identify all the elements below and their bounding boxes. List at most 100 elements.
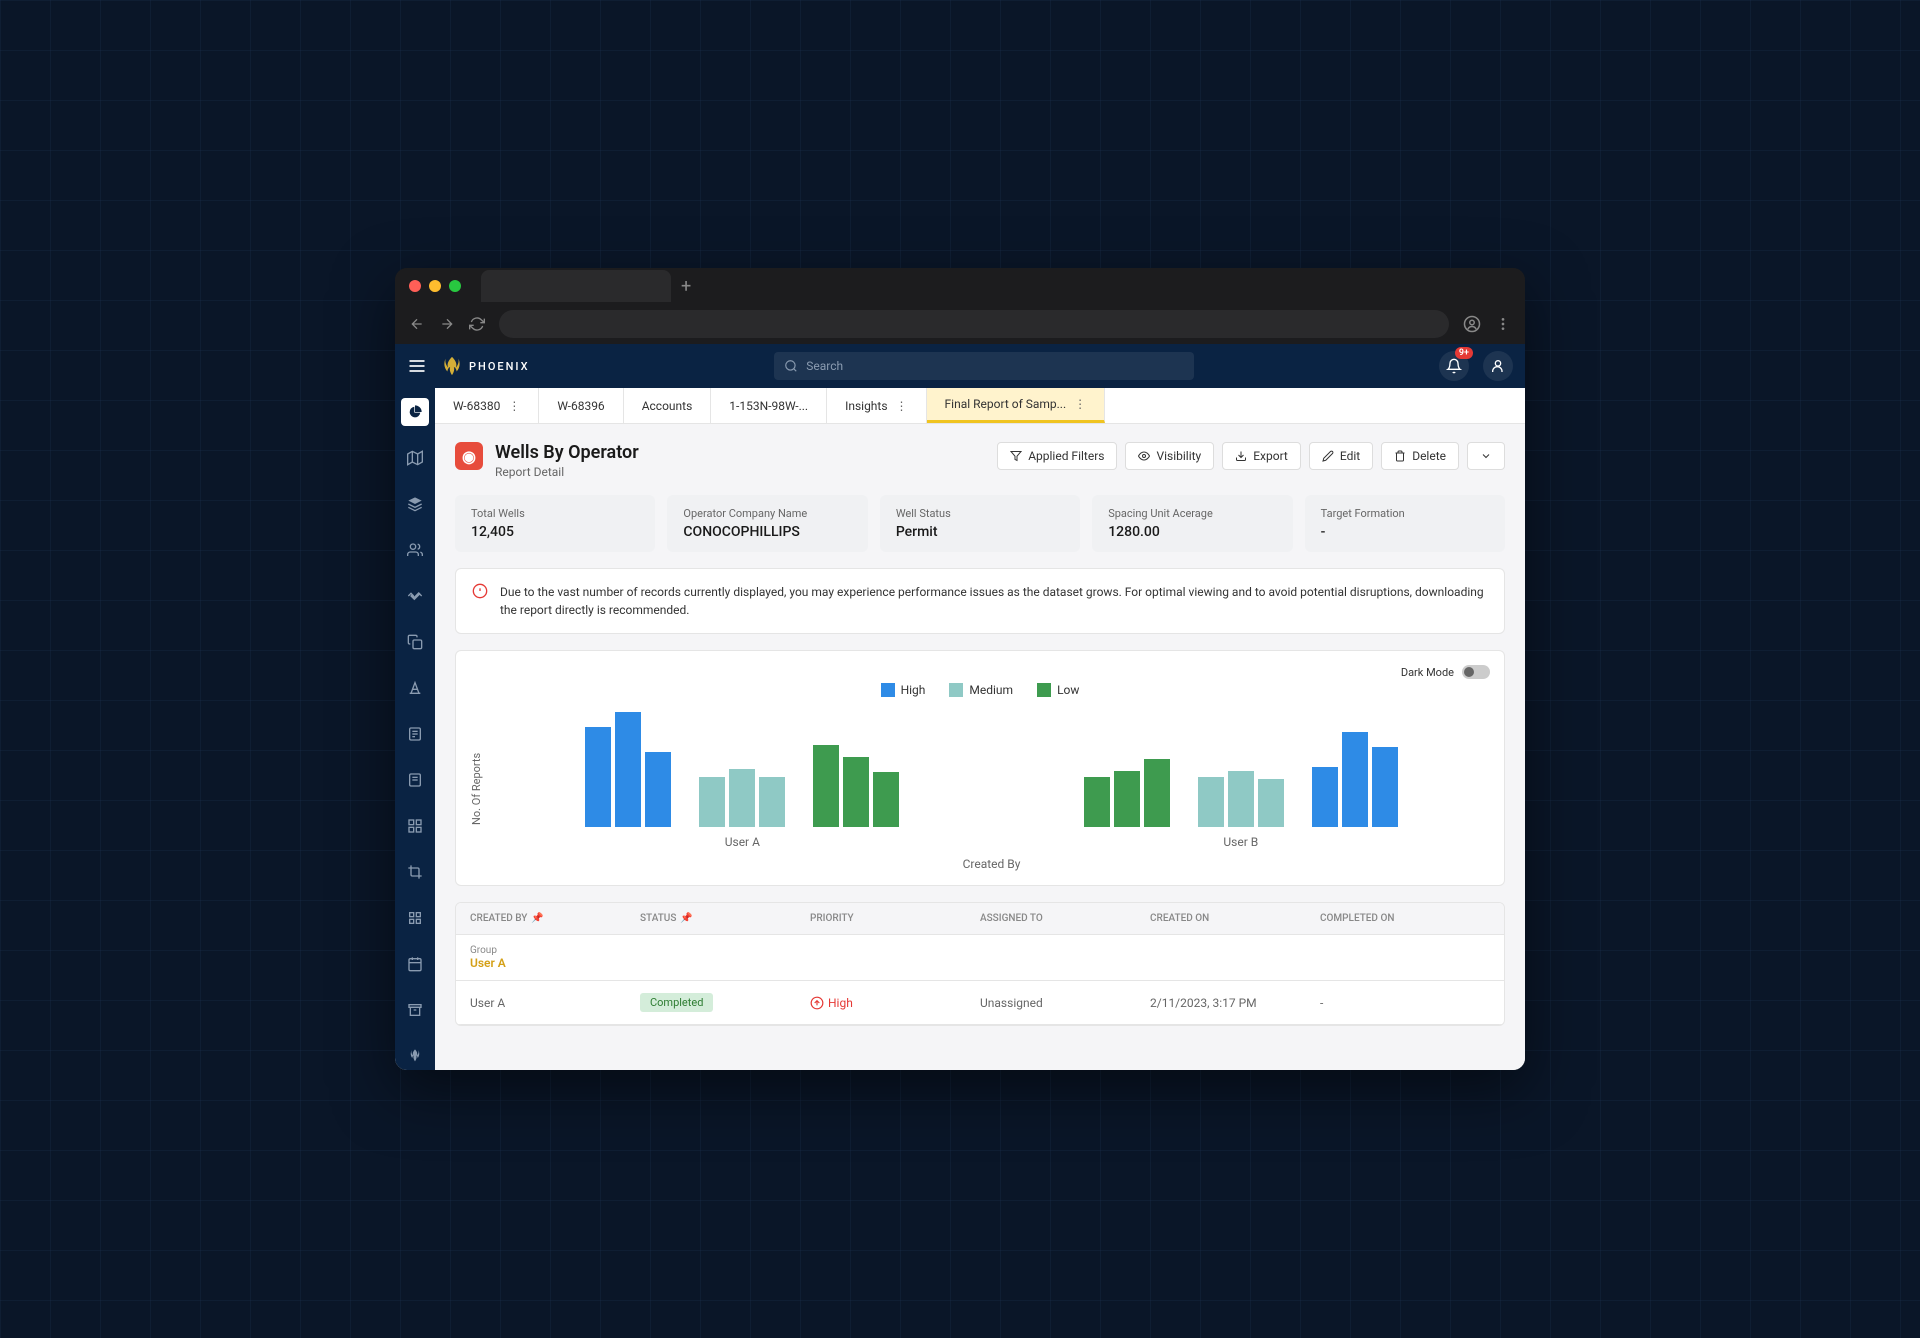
notification-badge: 9+: [1455, 347, 1473, 359]
bar-cluster: [1312, 732, 1398, 827]
close-window-icon[interactable]: [409, 280, 421, 292]
new-tab-button[interactable]: +: [681, 276, 691, 297]
group-label: Group: [470, 945, 1490, 956]
browser-tab[interactable]: [481, 270, 671, 302]
sidebar-item-grid1[interactable]: [401, 812, 429, 840]
chart-bar[interactable]: [1312, 767, 1338, 827]
chart-bar[interactable]: [729, 769, 755, 827]
sidebar-item-crop[interactable]: [401, 858, 429, 886]
profile-icon[interactable]: [1463, 315, 1481, 333]
chart-bar[interactable]: [615, 712, 641, 827]
dark-mode-label: Dark Mode: [1401, 666, 1454, 679]
user-icon: [1490, 358, 1506, 374]
sidebar-item-map[interactable]: [401, 444, 429, 472]
browser-window: + PHOENIX Search 9+: [395, 268, 1525, 1070]
chart-bar[interactable]: [1144, 759, 1170, 827]
user-avatar[interactable]: [1483, 351, 1513, 381]
chart-bar[interactable]: [843, 757, 869, 827]
tab-location[interactable]: 1-153N-98W-...: [711, 388, 827, 423]
data-table: CREATED BY📌 STATUS📌 PRIORITY ASSIGNED TO…: [455, 902, 1505, 1026]
page-title: Wells By Operator: [495, 442, 639, 463]
col-assigned-to[interactable]: ASSIGNED TO: [966, 903, 1136, 934]
sidebar-item-deals[interactable]: [401, 582, 429, 610]
chart-bar[interactable]: [1114, 771, 1140, 827]
sidebar-item-doc1[interactable]: [401, 720, 429, 748]
sidebar-item-dashboard[interactable]: [401, 398, 429, 426]
bar-cluster: [1084, 759, 1170, 827]
copy-icon: [407, 634, 423, 650]
chart-card: Dark Mode High Medium Low No. Of Reports: [455, 650, 1505, 886]
chevron-down-icon: [1480, 450, 1492, 462]
document-icon: [407, 726, 423, 742]
col-priority[interactable]: PRIORITY: [796, 903, 966, 934]
sidebar-item-phoenix[interactable]: [401, 1042, 429, 1070]
minimize-window-icon[interactable]: [429, 280, 441, 292]
sidebar-item-calendar[interactable]: [401, 950, 429, 978]
action-buttons: Applied Filters Visibility Export Edit D…: [997, 442, 1505, 470]
chart-bar[interactable]: [1342, 732, 1368, 827]
chart-bar[interactable]: [585, 727, 611, 827]
notifications-button[interactable]: 9+: [1439, 351, 1469, 381]
tab-accounts[interactable]: Accounts: [624, 388, 712, 423]
sidebar-item-layers[interactable]: [401, 490, 429, 518]
chart-bar[interactable]: [645, 752, 671, 827]
dark-mode-row: Dark Mode: [470, 665, 1490, 679]
chart-bar[interactable]: [813, 745, 839, 827]
chart-bar[interactable]: [1258, 779, 1284, 827]
delete-button[interactable]: Delete: [1381, 442, 1459, 470]
tab-w68380[interactable]: W-68380⋮: [435, 388, 539, 423]
tab-final-report[interactable]: Final Report of Samp...⋮: [927, 388, 1106, 423]
sidebar-item-doc2[interactable]: [401, 766, 429, 794]
menu-icon[interactable]: [407, 356, 427, 376]
col-status[interactable]: STATUS📌: [626, 903, 796, 934]
tab-menu-icon[interactable]: ⋮: [1074, 397, 1086, 411]
chart-bar[interactable]: [1084, 777, 1110, 827]
sidebar-item-grid2[interactable]: [401, 904, 429, 932]
export-button[interactable]: Export: [1222, 442, 1301, 470]
edit-button[interactable]: Edit: [1309, 442, 1373, 470]
map-icon: [407, 450, 423, 466]
browser-menu-icon[interactable]: [1495, 316, 1511, 332]
chart-bar[interactable]: [1228, 771, 1254, 827]
alert-text: Due to the vast number of records curren…: [500, 583, 1488, 619]
cell-priority: High: [796, 981, 966, 1024]
tab-menu-icon[interactable]: ⋮: [508, 399, 520, 413]
logo-text: PHOENIX: [469, 360, 530, 373]
col-completed-on[interactable]: COMPLETED ON: [1306, 903, 1504, 934]
table-row[interactable]: User A Completed High Unassigned 2/11/20…: [456, 981, 1504, 1025]
col-created-by[interactable]: CREATED BY📌: [456, 903, 626, 934]
chart-bar[interactable]: [1372, 747, 1398, 827]
chart-bar[interactable]: [873, 772, 899, 827]
logo[interactable]: PHOENIX: [441, 355, 530, 377]
chart-bar[interactable]: [759, 777, 785, 827]
tab-menu-icon[interactable]: ⋮: [896, 399, 908, 413]
sidebar-item-copy[interactable]: [401, 628, 429, 656]
maximize-window-icon[interactable]: [449, 280, 461, 292]
table-group-row[interactable]: Group User A: [456, 935, 1504, 981]
tab-insights[interactable]: Insights⋮: [827, 388, 926, 423]
col-created-on[interactable]: CREATED ON: [1136, 903, 1306, 934]
sidebar-item-wells[interactable]: [401, 674, 429, 702]
reload-icon[interactable]: [469, 316, 485, 332]
search-input[interactable]: Search: [774, 352, 1194, 380]
grid-icon: [407, 818, 423, 834]
chart-bar[interactable]: [699, 777, 725, 827]
oil-rig-icon: [407, 680, 423, 696]
back-icon[interactable]: [409, 316, 425, 332]
sidebar-item-archive[interactable]: [401, 996, 429, 1024]
tab-w68396[interactable]: W-68396: [539, 388, 623, 423]
tabs-bar: W-68380⋮ W-68396 Accounts 1-153N-98W-...…: [435, 388, 1525, 424]
bar-cluster: [813, 745, 899, 827]
stat-formation: Target Formation-: [1305, 495, 1505, 552]
app-root: PHOENIX Search 9+: [395, 344, 1525, 1070]
dark-mode-toggle[interactable]: [1462, 665, 1490, 679]
stat-total-wells: Total Wells12,405: [455, 495, 655, 552]
chart-bar[interactable]: [1198, 777, 1224, 827]
more-actions-button[interactable]: [1467, 442, 1505, 470]
forward-icon[interactable]: [439, 316, 455, 332]
sidebar-item-users[interactable]: [401, 536, 429, 564]
apps-icon: [407, 910, 423, 926]
url-input[interactable]: [499, 310, 1449, 338]
applied-filters-button[interactable]: Applied Filters: [997, 442, 1117, 470]
visibility-button[interactable]: Visibility: [1125, 442, 1214, 470]
